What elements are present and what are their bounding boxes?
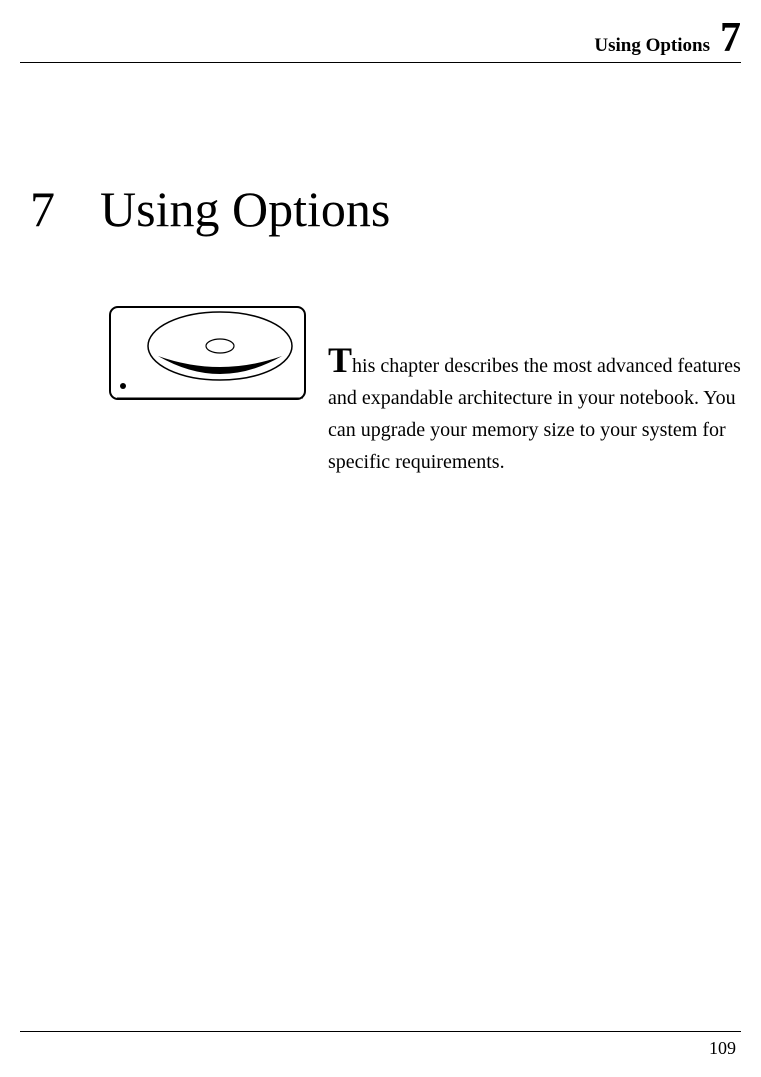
chapter-title: Using Options	[100, 180, 390, 238]
chapter-heading: 7 Using Options	[30, 180, 390, 238]
header-chapter-number: 7	[720, 20, 741, 58]
dropcap: T	[328, 340, 352, 380]
intro-paragraph: This chapter describes the most advanced…	[328, 350, 741, 478]
body-row: This chapter describes the most advanced…	[105, 300, 741, 478]
paragraph-wrap: This chapter describes the most advanced…	[328, 300, 741, 478]
header-title: Using Options	[594, 35, 710, 57]
chapter-number: 7	[30, 180, 55, 238]
footer-rule	[20, 1031, 741, 1032]
drive-illustration	[105, 300, 310, 405]
page-number: 109	[709, 1038, 736, 1059]
page-header: Using Options 7	[20, 20, 741, 63]
intro-text: his chapter describes the most advanced …	[328, 355, 741, 473]
